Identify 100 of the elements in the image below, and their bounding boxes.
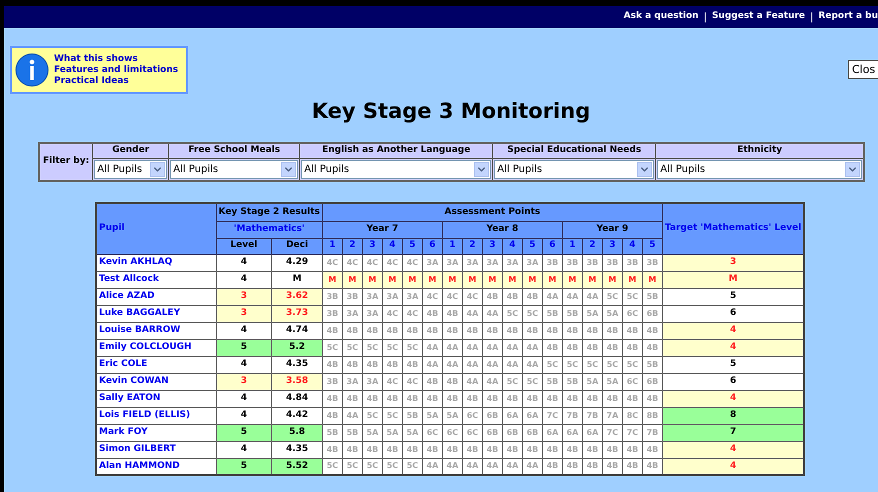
table-cell: M <box>272 271 322 288</box>
column-header: Year 9 <box>562 221 662 238</box>
filter-header: Gender <box>92 142 169 158</box>
table-cell: 4 <box>216 390 272 407</box>
table-cell: 4A <box>522 458 542 475</box>
table-cell: 4 <box>662 339 804 356</box>
column-header: 'Mathematics' <box>216 221 322 238</box>
pupil-link[interactable]: Lois FIELD (ELLIS) <box>96 407 216 424</box>
table-cell: 8 <box>662 407 804 424</box>
pupil-link[interactable]: Emily COLCLOUGH <box>96 339 216 356</box>
table-cell: 3.58 <box>272 373 322 390</box>
chevron-down-icon <box>150 162 166 177</box>
chevron-down-icon <box>845 162 860 177</box>
column-header: Level <box>216 238 272 254</box>
pupil-link[interactable]: Eric COLE <box>96 356 216 373</box>
top-link[interactable]: Suggest a Feature <box>712 10 806 24</box>
page-title: Key Stage 3 Monitoring <box>310 98 592 125</box>
table-cell: M <box>662 271 804 288</box>
table-cell: 4.29 <box>272 254 322 271</box>
chevron-down-icon <box>637 162 652 177</box>
link-separator: | <box>810 10 814 24</box>
filter-dropdown[interactable]: All Pupils <box>301 160 492 179</box>
table-cell: 5 <box>216 424 272 441</box>
table-cell: 4 <box>216 356 272 373</box>
table-cell: 4.74 <box>272 322 322 339</box>
table-cell: 5C <box>382 458 402 475</box>
top-link[interactable]: Report a bu <box>818 10 878 24</box>
table-cell: 4A <box>502 458 522 475</box>
info-link[interactable]: Features and limitations <box>54 64 178 76</box>
pupil-link[interactable]: Kevin AKHLAQ <box>96 254 216 271</box>
table-cell: 4 <box>662 458 804 475</box>
column-header: Key Stage 2 Results <box>216 203 322 221</box>
info-link[interactable]: Practical Ideas <box>54 76 178 86</box>
table-cell: 5.2 <box>272 339 322 356</box>
table-cell: 5C <box>342 458 362 475</box>
table-cell: 4A <box>442 458 462 475</box>
table-cell: 6 <box>662 305 804 322</box>
table-cell: 3 <box>216 288 272 305</box>
table-cell: 5 <box>216 339 272 356</box>
pupil-link[interactable]: Alan HAMMOND <box>96 458 216 475</box>
table-cell: 3 <box>662 254 804 271</box>
table-cell: 5.52 <box>272 458 322 475</box>
chevron-down-icon <box>474 162 490 177</box>
column-header: Target 'Mathematics' Level <box>662 203 804 254</box>
pupil-link[interactable]: Alice AZAD <box>96 288 216 305</box>
close-button[interactable]: Clos <box>848 60 878 79</box>
table-cell: 4.84 <box>272 390 322 407</box>
table-cell: 5C <box>322 458 342 475</box>
filter-dropdown[interactable]: All Pupils <box>657 160 862 179</box>
filter-header: Special Educational Needs <box>492 142 656 158</box>
column-header: Pupil <box>96 203 216 254</box>
table-cell: 5 <box>216 458 272 475</box>
pupil-link[interactable]: Luke BAGGALEY <box>96 305 216 322</box>
table-cell: 5C <box>362 458 382 475</box>
filter-header: Ethnicity <box>656 142 864 158</box>
table-cell: 3 <box>216 305 272 322</box>
info-icon <box>15 53 49 87</box>
table-cell: 4 <box>216 254 272 271</box>
table-cell: 4B <box>642 458 662 475</box>
table-cell: 4.35 <box>272 441 322 458</box>
table-cell: 4 <box>216 271 272 288</box>
link-separator: | <box>704 10 707 24</box>
table-cell: 4 <box>216 322 272 339</box>
column-header: Year 8 <box>442 221 562 238</box>
pupil-link[interactable]: Sally EATON <box>96 390 216 407</box>
table-cell: 4.42 <box>272 407 322 424</box>
table-cell: 4 <box>662 441 804 458</box>
table-cell: 3.73 <box>272 305 322 322</box>
filter-dropdown[interactable]: All Pupils <box>494 160 654 179</box>
pupil-link[interactable]: Simon GILBERT <box>96 441 216 458</box>
column-header: Deci <box>272 238 322 254</box>
table-cell: 5.8 <box>272 424 322 441</box>
pupil-link[interactable]: Kevin COWAN <box>96 373 216 390</box>
table-cell: 4B <box>542 458 562 475</box>
table-cell: 4 <box>662 390 804 407</box>
table-cell: 7 <box>662 424 804 441</box>
pupil-link[interactable]: Test Allcock <box>96 271 216 288</box>
table-cell: 6 <box>662 373 804 390</box>
table-cell: 4A <box>462 458 482 475</box>
filter-dropdown[interactable]: All Pupils <box>170 160 298 179</box>
filter-header: Free School Meals <box>168 142 300 158</box>
info-link[interactable]: What this shows <box>54 54 178 64</box>
filter-header: English as Another Language <box>300 142 493 158</box>
table-cell: 4B <box>602 458 622 475</box>
table-cell: 4 <box>216 441 272 458</box>
table-cell: 4 <box>216 407 272 424</box>
pupil-link[interactable]: Mark FOY <box>96 424 216 441</box>
table-cell: 4 <box>662 322 804 339</box>
table-cell: 3.62 <box>272 288 322 305</box>
table-cell: 5 <box>662 356 804 373</box>
filter-dropdown[interactable]: All Pupils <box>94 160 168 179</box>
top-link[interactable]: Ask a question <box>624 10 699 24</box>
table-cell: 4A <box>422 458 442 475</box>
table-cell: 5C <box>402 458 422 475</box>
table-cell: 4B <box>582 458 602 475</box>
chevron-down-icon <box>281 162 296 177</box>
pupil-link[interactable]: Louise BARROW <box>96 322 216 339</box>
filter-label: Filter by: <box>39 142 93 181</box>
table-cell: 4B <box>562 458 582 475</box>
table-cell: 4A <box>482 458 502 475</box>
